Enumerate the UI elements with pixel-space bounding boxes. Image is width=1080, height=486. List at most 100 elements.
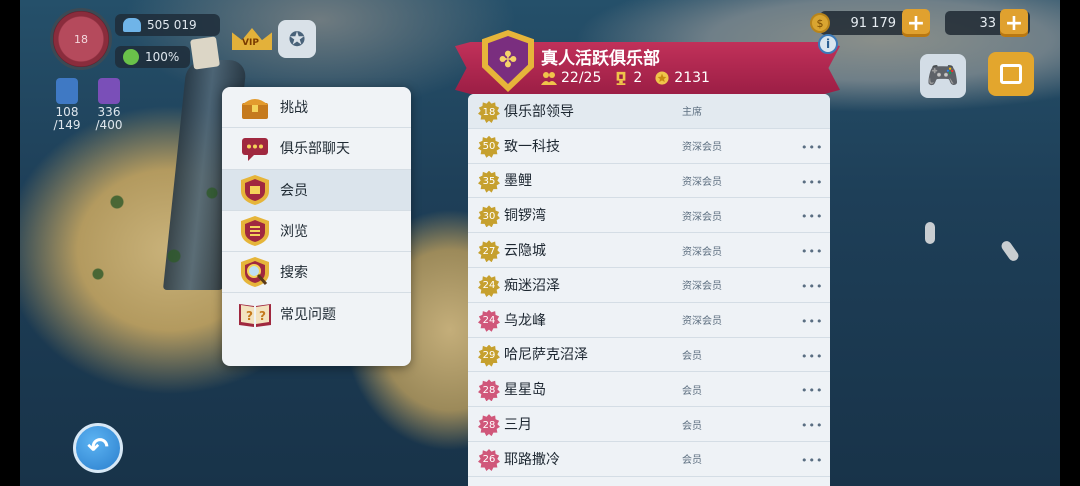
menu-item-club-chat[interactable]: 俱乐部聊天 [222, 128, 411, 170]
member-name: 俱乐部领导 [504, 103, 574, 120]
menu-item-label: 会员 [280, 182, 308, 199]
more-options-button[interactable]: ••• [801, 454, 823, 467]
member-role: 资深会员 [682, 316, 722, 328]
member-row[interactable]: 30 铜锣湾 资深会员 ••• [468, 198, 830, 234]
member-name: 星星岛 [504, 382, 546, 399]
boat [925, 222, 935, 244]
happiness-icon [123, 49, 139, 65]
back-arrow-icon: ↶ [87, 433, 109, 463]
search-magnifier-icon [238, 256, 272, 288]
chat-bubble-icon [238, 132, 272, 164]
member-level: 18 [482, 106, 496, 118]
gamepad-icon[interactable]: 🎮 [920, 54, 966, 98]
svg-text:?: ? [246, 309, 253, 323]
storage-building-icon [98, 78, 120, 104]
storage-resource-1[interactable]: 108 /149 [50, 78, 84, 132]
member-role: 会员 [682, 455, 702, 467]
simoleons-value: 91 179 [850, 15, 897, 31]
back-button[interactable]: ↶ [73, 423, 123, 473]
level-badge-icon: 28 [478, 379, 500, 401]
more-options-button[interactable]: ••• [801, 280, 823, 293]
member-role: 主席 [682, 107, 702, 119]
treasure-chest-icon [238, 91, 272, 123]
level-badge-icon: 28 [478, 414, 500, 436]
member-level: 28 [482, 419, 496, 431]
club-menu: 挑战 俱乐部聊天 会员 浏览 搜索 ?? 常见问题 [222, 87, 411, 366]
more-options-button[interactable]: ••• [801, 245, 823, 258]
member-role: 资深会员 [682, 176, 722, 188]
member-role: 会员 [682, 350, 702, 362]
member-role: 会员 [682, 420, 702, 432]
info-icon: i [825, 37, 831, 51]
club-name: 真人活跃俱乐部 [541, 49, 660, 69]
storage-cylinder-icon [56, 78, 78, 104]
happiness-display[interactable]: 100% [115, 46, 190, 68]
more-options-button[interactable]: ••• [801, 384, 823, 397]
buy-simoleons-button[interactable]: + [902, 9, 930, 37]
menu-item-members[interactable]: 会员 [222, 169, 411, 211]
vip-crown-icon[interactable]: VIP [232, 28, 272, 58]
shopping-bag-icon[interactable] [988, 52, 1034, 96]
club-stats: 22/25 2 2131 [541, 70, 710, 86]
more-options-button[interactable]: ••• [801, 315, 823, 328]
member-row[interactable]: 27 云隐城 资深会员 ••• [468, 233, 830, 268]
browse-shield-icon [238, 215, 272, 247]
buy-simcash-button[interactable]: + [1000, 9, 1028, 37]
member-name: 哈尼萨克沼泽 [504, 347, 588, 364]
member-role: 资深会员 [682, 142, 722, 154]
achievements-ribbon-icon[interactable]: ✪ [278, 20, 316, 58]
member-row[interactable]: 50 致一科技 资深会员 ••• [468, 129, 830, 164]
member-level: 28 [482, 384, 496, 396]
member-row[interactable]: 35 墨鲤 资深会员 ••• [468, 164, 830, 199]
member-name: 乌龙峰 [504, 312, 546, 329]
storage-resource-2[interactable]: 336 /400 [92, 78, 126, 132]
info-button[interactable]: i [818, 34, 838, 54]
member-level: 35 [482, 176, 496, 188]
menu-item-browse[interactable]: 浏览 [222, 211, 411, 253]
more-options-button[interactable]: ••• [801, 350, 823, 363]
more-options-button[interactable]: ••• [801, 141, 823, 154]
svg-text:?: ? [259, 309, 266, 323]
level-badge-icon: 35 [478, 171, 500, 193]
members-count: 22/25 [561, 70, 602, 86]
member-role: 会员 [682, 385, 702, 397]
menu-item-label: 常见问题 [280, 307, 336, 324]
member-row[interactable]: 29 哈尼萨克沼泽 会员 ••• [468, 338, 830, 373]
population-display[interactable]: 505 019 [115, 14, 220, 36]
menu-item-search[interactable]: 搜索 [222, 252, 411, 294]
member-row[interactable]: 24 乌龙峰 资深会员 ••• [468, 303, 830, 338]
star-coin-icon [655, 71, 669, 85]
happiness-value: 100% [145, 50, 180, 64]
quests-document-icon[interactable] [190, 36, 220, 70]
simcash-value: 33 [979, 15, 996, 31]
member-name: 致一科技 [504, 138, 560, 155]
club-points: 2131 [674, 70, 710, 86]
member-level: 50 [482, 141, 496, 153]
player-level: 18 [74, 32, 88, 46]
level-badge-icon: 29 [478, 345, 500, 367]
member-name: 墨鲤 [504, 173, 532, 190]
more-options-button[interactable]: ••• [801, 176, 823, 189]
more-options-button[interactable]: ••• [801, 419, 823, 432]
member-row[interactable]: 24 痴迷沼泽 资深会员 ••• [468, 268, 830, 303]
member-row[interactable]: 18 俱乐部领导 主席 [468, 94, 830, 129]
more-options-button[interactable]: ••• [801, 210, 823, 223]
member-name: 铜锣湾 [504, 208, 546, 225]
faq-book-icon: ?? [238, 298, 272, 330]
menu-item-label: 浏览 [280, 224, 308, 241]
resource-1-max: /149 [53, 118, 81, 132]
member-row[interactable]: 28 星星岛 会员 ••• [468, 372, 830, 408]
member-name: 云隐城 [504, 243, 546, 260]
level-badge-icon: 18 [478, 101, 500, 123]
member-level: 30 [482, 210, 496, 222]
member-row[interactable]: 28 三月 会员 ••• [468, 407, 830, 442]
player-level-badge[interactable]: 18 [50, 8, 112, 70]
menu-item-faq[interactable]: ?? 常见问题 [222, 293, 411, 334]
member-level: 27 [482, 245, 496, 257]
member-role: 资深会员 [682, 211, 722, 223]
boat [999, 239, 1021, 263]
level-badge-icon: 30 [478, 205, 500, 227]
member-row[interactable]: 26 耶路撒冷 会员 ••• [468, 442, 830, 477]
members-list[interactable]: 18 俱乐部领导 主席 50 致一科技 资深会员 ••• 35 墨鲤 资深会员 ••• 30 铜锣湾 资深… [468, 94, 830, 486]
menu-item-challenge[interactable]: 挑战 [222, 87, 411, 129]
